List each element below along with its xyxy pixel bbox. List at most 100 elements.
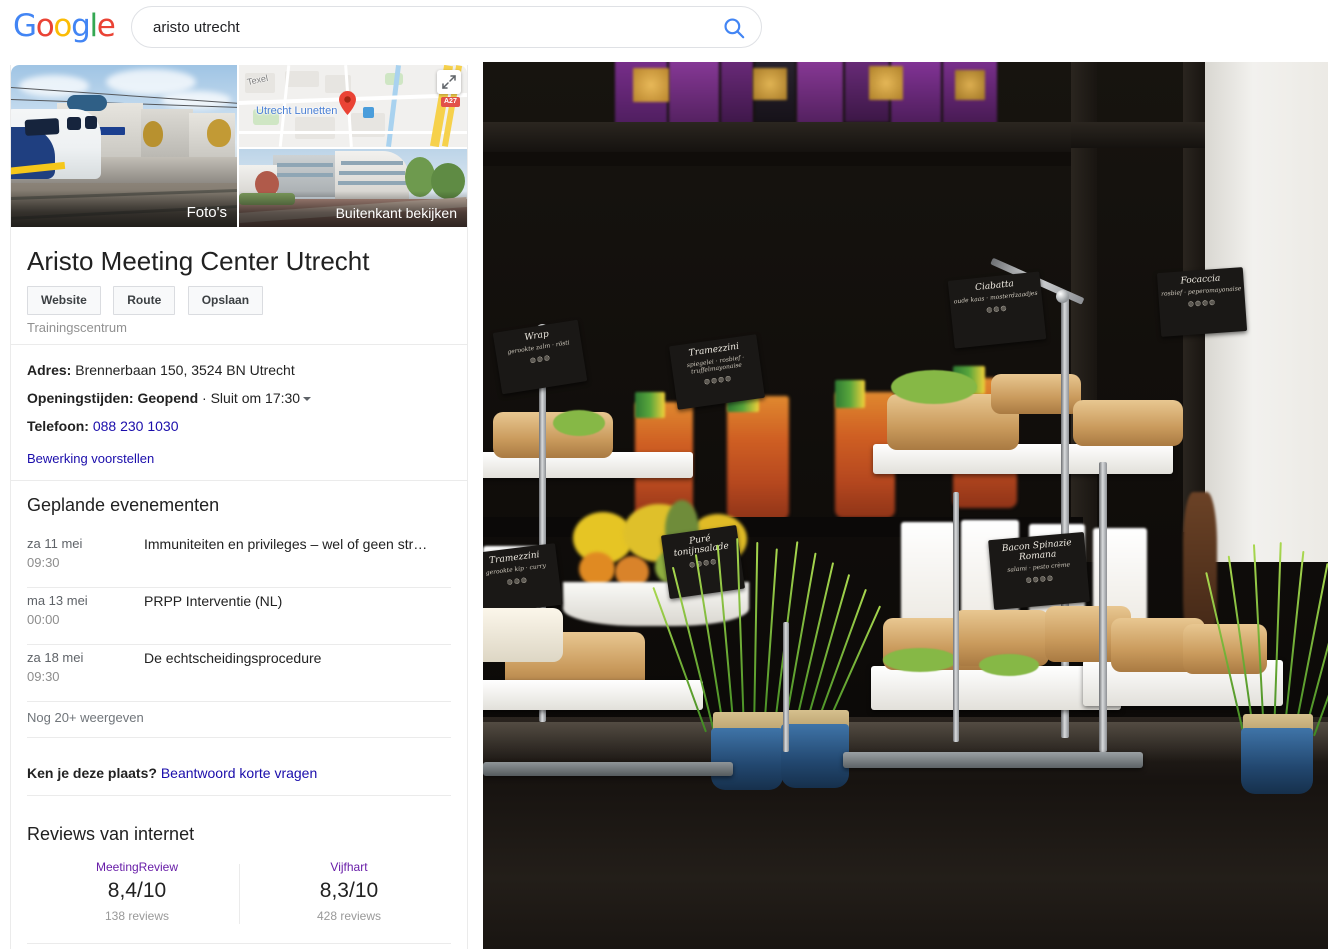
menu-sign: Tramezzini gerookte kip · curry ◍◍◍ bbox=[483, 543, 563, 615]
blue-pot bbox=[1241, 728, 1313, 794]
address-label: Adres: bbox=[27, 362, 72, 378]
menu-sign: Ciabatta oude kaas · mosterdzaadjes ◍◍◍ bbox=[947, 271, 1047, 349]
divider bbox=[27, 644, 451, 645]
review-source-name[interactable]: MeetingReview bbox=[47, 860, 227, 874]
search-header: Google bbox=[0, 0, 1328, 62]
media-strip: Foto's Texel Utrecht Lunetten A27 Buiten… bbox=[11, 65, 467, 227]
event-time: 09:30 bbox=[27, 669, 60, 684]
stand-rod bbox=[783, 622, 789, 752]
search-bar[interactable] bbox=[131, 6, 762, 48]
menu-sign: Bacon Spinazie Romana salami · pesto crè… bbox=[988, 531, 1090, 611]
show-more-events-link[interactable]: Nog 20+ weergeven bbox=[27, 710, 144, 725]
event-title: PRPP Interventie (NL) bbox=[144, 593, 283, 609]
events-heading: Geplande evenementen bbox=[27, 495, 220, 515]
street-view-label: Buitenkant bekijken bbox=[239, 191, 467, 227]
search-input[interactable] bbox=[151, 7, 691, 47]
review-count: 138 reviews bbox=[104, 909, 170, 923]
stand-rod bbox=[1099, 462, 1107, 752]
phone-label: Telefoon: bbox=[27, 418, 89, 434]
allergen-icons: ◍◍◍◍ bbox=[1187, 299, 1217, 308]
photos-label: Foto's bbox=[11, 190, 237, 227]
street-view-thumbnail[interactable]: Buitenkant bekijken bbox=[239, 149, 467, 227]
train-window bbox=[67, 117, 81, 130]
search-results-page: Google aristo utrecht Foto's Texel Utrec… bbox=[0, 0, 1328, 949]
reviews-list: MeetingReview 8,4/10 138 reviews Vijfhar… bbox=[27, 860, 451, 932]
logo-letter-o1: o bbox=[35, 8, 55, 44]
serving-tray bbox=[483, 680, 703, 710]
website-button[interactable]: Website bbox=[27, 286, 101, 315]
stand-rod bbox=[953, 492, 959, 742]
menu-sign: Tramezzini spiegelei · rosbief · truffel… bbox=[668, 334, 766, 410]
search-icon bbox=[724, 18, 745, 39]
shelf-edge bbox=[1071, 122, 1205, 148]
phone-link[interactable]: 088 230 1030 bbox=[93, 418, 179, 434]
sandwich bbox=[483, 608, 563, 662]
window-row bbox=[277, 173, 333, 177]
window-row bbox=[338, 181, 406, 185]
divider bbox=[27, 795, 451, 796]
map-thumbnail[interactable]: Texel Utrecht Lunetten A27 bbox=[239, 65, 467, 147]
wheatgrass-plant bbox=[1205, 542, 1328, 737]
product-box bbox=[797, 62, 843, 124]
divider bbox=[27, 737, 451, 738]
preserve-jar bbox=[727, 396, 789, 520]
media-right-column: Texel Utrecht Lunetten A27 Buitenkant be… bbox=[239, 65, 467, 227]
hours-status: Geopend bbox=[137, 390, 199, 406]
google-logo[interactable]: Google bbox=[13, 8, 116, 44]
answer-questions-link[interactable]: Beantwoord korte vragen bbox=[161, 765, 317, 781]
photos-thumbnail[interactable]: Foto's bbox=[11, 65, 237, 227]
blue-pot bbox=[781, 724, 849, 788]
highway-label: A27 bbox=[441, 97, 460, 107]
sandwich bbox=[1073, 400, 1183, 446]
event-row[interactable]: ma 13 mei 00:00 PRPP Interventie (NL) bbox=[27, 591, 451, 643]
review-count: 428 reviews bbox=[316, 909, 382, 923]
blue-pot bbox=[711, 728, 783, 790]
divider bbox=[239, 864, 240, 924]
reviews-heading: Reviews van internet bbox=[27, 824, 195, 844]
chevron-down-icon[interactable] bbox=[303, 396, 312, 401]
expand-map-button[interactable] bbox=[437, 70, 461, 94]
product-graphic bbox=[753, 68, 787, 100]
menu-sign: Focaccia rosbief · peperomayonaise ◍◍◍◍ bbox=[1156, 267, 1248, 337]
event-time: 00:00 bbox=[27, 612, 60, 627]
wheatgrass-plant bbox=[652, 538, 882, 733]
stand-base bbox=[483, 762, 733, 776]
hours-separator: · bbox=[202, 390, 207, 406]
review-source-name[interactable]: Vijfhart bbox=[259, 860, 439, 874]
jar-label bbox=[835, 380, 865, 408]
event-date: za 18 mei bbox=[27, 650, 84, 665]
orange bbox=[579, 552, 615, 586]
hours-value: Sluit om 17:30 bbox=[210, 390, 301, 406]
logo-letter-g2: g bbox=[71, 8, 91, 44]
train-windshield bbox=[24, 118, 60, 136]
address-value: Brennerbaan 150, 3524 BN Utrecht bbox=[75, 362, 295, 378]
hours-row: Openingstijden: Geopend · Sluit om 17:30 bbox=[27, 388, 312, 408]
route-button[interactable]: Route bbox=[113, 286, 176, 315]
knowledge-panel: Foto's Texel Utrecht Lunetten A27 Buiten… bbox=[10, 65, 468, 949]
event-row[interactable]: za 11 mei 09:30 Immuniteiten en privileg… bbox=[27, 534, 451, 586]
divider bbox=[27, 943, 451, 944]
hero-photo[interactable]: Wrap gerookte zalm · rösti ◍◍◍ Tramezzin… bbox=[483, 62, 1328, 949]
save-button[interactable]: Opslaan bbox=[187, 286, 264, 315]
event-row[interactable]: za 18 mei 09:30 De echtscheidingsprocedu… bbox=[27, 648, 451, 700]
business-category: Trainingscentrum bbox=[27, 320, 127, 335]
stand-base bbox=[843, 752, 1143, 768]
event-date: za 11 mei bbox=[27, 536, 83, 551]
tree bbox=[207, 119, 231, 147]
cloud bbox=[19, 75, 89, 97]
train-station-icon bbox=[363, 107, 374, 118]
expand-icon bbox=[442, 75, 456, 89]
suggest-edit-link[interactable]: Bewerking voorstellen bbox=[27, 451, 154, 466]
know-place-row: Ken je deze plaats? Beantwoord korte vra… bbox=[27, 765, 317, 781]
review-source-1[interactable]: Vijfhart 8,3/10 428 reviews bbox=[259, 860, 439, 923]
product-box bbox=[721, 62, 753, 124]
logo-letter-g1: G bbox=[13, 8, 37, 44]
event-title: De echtscheidingsprocedure bbox=[144, 650, 322, 666]
map-place-label: Utrecht Lunetten bbox=[256, 105, 338, 117]
review-source-0[interactable]: MeetingReview 8,4/10 138 reviews bbox=[47, 860, 227, 923]
shelf-edge bbox=[483, 122, 1083, 152]
window-row bbox=[341, 161, 403, 165]
product-graphic bbox=[869, 66, 903, 100]
lettuce bbox=[553, 410, 605, 436]
search-button[interactable] bbox=[721, 15, 747, 41]
